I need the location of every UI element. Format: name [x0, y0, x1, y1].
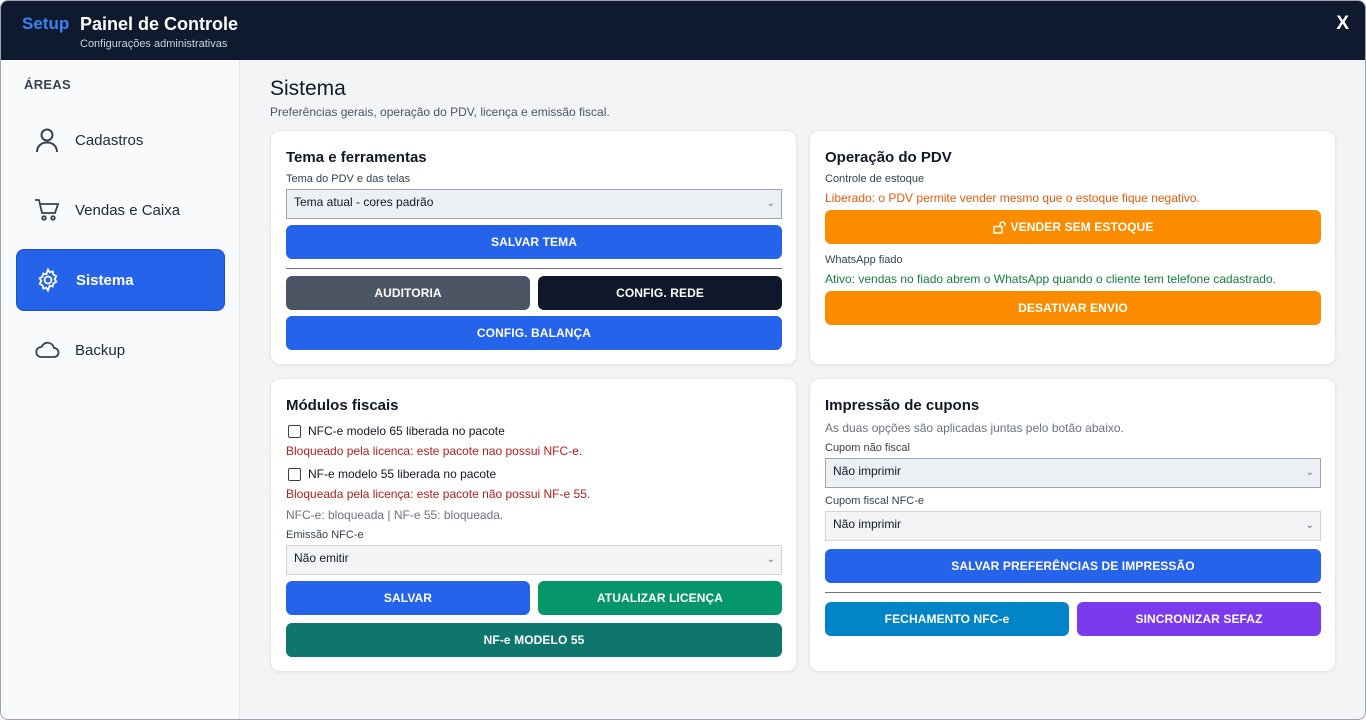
- sidebar-item-vendas-e-caixa[interactable]: Vendas e Caixa: [16, 179, 225, 241]
- app-title: Painel de Controle: [80, 14, 239, 34]
- chevron-down-icon: ⌄: [1305, 467, 1314, 478]
- fiscal-coupon-select-value: Não imprimir: [833, 517, 902, 531]
- nfce-checkbox-label: NFC-e modelo 65 liberada no pacote: [308, 424, 505, 438]
- gear-icon: [35, 267, 61, 293]
- nfe-checkbox[interactable]: [288, 467, 301, 481]
- sidebar: ÁREAS Cadastros Vendas e Caixa Sistema B…: [1, 60, 240, 719]
- cloud-icon: [34, 337, 60, 363]
- card-title: Operação do PDV: [825, 149, 952, 166]
- update-license-button[interactable]: ATUALIZAR LICENÇA: [538, 581, 782, 615]
- nfce-checkbox-row[interactable]: NFC-e modelo 65 liberada no pacote: [288, 424, 505, 438]
- fiscal-coupon-select[interactable]: Não imprimir ⌄: [825, 511, 1321, 541]
- theme-select-value: Tema atual - cores padrão: [294, 195, 434, 209]
- title-bar: Setup Painel de Controle Configurações a…: [1, 1, 1365, 60]
- nfe-model-button[interactable]: NF-e MODELO 55: [286, 623, 782, 657]
- chevron-down-icon: ⌄: [766, 198, 775, 209]
- chevron-down-icon: ⌄: [1305, 520, 1314, 531]
- pdv-operation-card: Operação do PDV Controle de estoque Libe…: [809, 130, 1336, 365]
- theme-select[interactable]: Tema atual - cores padrão ⌄: [286, 189, 782, 219]
- stock-control-label: Controle de estoque: [825, 173, 925, 185]
- close-button[interactable]: X: [1336, 13, 1349, 35]
- page-subtitle: Preferências gerais, operação do PDV, li…: [270, 105, 610, 119]
- chevron-down-icon: ⌄: [766, 554, 775, 565]
- sidebar-item-label: Vendas e Caixa: [75, 201, 181, 219]
- sync-sefaz-button[interactable]: SINCRONIZAR SEFAZ: [1077, 602, 1321, 636]
- fiscal-modules-card: Módulos fiscais NFC-e modelo 65 liberada…: [270, 378, 797, 672]
- network-config-button[interactable]: CONFIG. REDE: [538, 276, 782, 310]
- control-panel-window: Setup Painel de Controle Configurações a…: [0, 0, 1366, 720]
- emission-select[interactable]: Não emitir ⌄: [286, 545, 782, 575]
- disable-send-button[interactable]: DESATIVAR ENVIO: [825, 291, 1321, 325]
- audit-button[interactable]: AUDITORIA: [286, 276, 530, 310]
- emission-label: Emissão NFC-e: [286, 529, 364, 541]
- fiscal-coupon-label: Cupom fiscal NFC-e: [825, 495, 925, 507]
- card-title: Módulos fiscais: [286, 397, 399, 414]
- stock-status: Liberado: o PDV permite vender mesmo que…: [825, 191, 1200, 205]
- nfe-checkbox-label: NF-e modelo 55 liberada no pacote: [308, 467, 497, 481]
- nfce-checkbox[interactable]: [288, 424, 301, 438]
- non-fiscal-label: Cupom não fiscal: [825, 442, 910, 454]
- non-fiscal-select[interactable]: Não imprimir ⌄: [825, 458, 1321, 488]
- fiscal-summary: NFC-e: bloqueada | NF-e 55: bloqueada.: [286, 508, 504, 522]
- sidebar-item-backup[interactable]: Backup: [16, 319, 225, 381]
- app-subtitle: Configurações administrativas: [80, 38, 228, 50]
- scale-config-button[interactable]: CONFIG. BALANÇA: [286, 316, 782, 350]
- print-coupons-card: Impressão de cupons As duas opções são a…: [809, 378, 1336, 672]
- theme-select-label: Tema do PDV e das telas: [286, 173, 411, 185]
- card-title: Tema e ferramentas: [286, 149, 427, 166]
- sidebar-item-sistema[interactable]: Sistema: [16, 249, 225, 311]
- non-fiscal-select-value: Não imprimir: [833, 464, 902, 478]
- emission-select-value: Não emitir: [294, 551, 349, 565]
- nfe-checkbox-row[interactable]: NF-e modelo 55 liberada no pacote: [288, 467, 496, 481]
- whatsapp-status: Ativo: vendas no fiado abrem o WhatsApp …: [825, 272, 1276, 286]
- nfce-closing-button[interactable]: FECHAMENTO NFC-e: [825, 602, 1069, 636]
- page-title: Sistema: [270, 77, 346, 100]
- sell-without-stock-button[interactable]: VENDER SEM ESTOQUE: [825, 210, 1321, 244]
- sidebar-section-label: ÁREAS: [24, 77, 72, 92]
- sell-without-stock-label: VENDER SEM ESTOQUE: [1010, 220, 1154, 234]
- user-icon: [34, 127, 60, 153]
- sidebar-item-label: Sistema: [76, 271, 134, 289]
- save-button[interactable]: SALVAR: [286, 581, 530, 615]
- whatsapp-label: WhatsApp fiado: [825, 254, 903, 266]
- sidebar-item-label: Cadastros: [75, 131, 144, 149]
- save-theme-button[interactable]: SALVAR TEMA: [286, 225, 782, 259]
- nfe-blocked-status: Bloqueada pela licença: este pacote não …: [286, 487, 591, 501]
- sidebar-item-label: Backup: [75, 341, 126, 359]
- brand-label: Setup: [22, 14, 70, 33]
- print-note: As duas opções são aplicadas juntas pelo…: [825, 421, 1124, 435]
- save-print-prefs-button[interactable]: SALVAR PREFERÊNCIAS DE IMPRESSÃO: [825, 549, 1321, 583]
- unlock-icon: [992, 220, 1006, 234]
- nfce-blocked-status: Bloqueado pela licenca: este pacote nao …: [286, 444, 583, 458]
- theme-tools-card: Tema e ferramentas Tema do PDV e das tel…: [270, 130, 797, 365]
- divider: [286, 268, 782, 269]
- card-title: Impressão de cupons: [825, 397, 980, 414]
- cart-icon: [34, 197, 60, 223]
- divider: [825, 592, 1321, 593]
- sidebar-item-cadastros[interactable]: Cadastros: [16, 109, 225, 171]
